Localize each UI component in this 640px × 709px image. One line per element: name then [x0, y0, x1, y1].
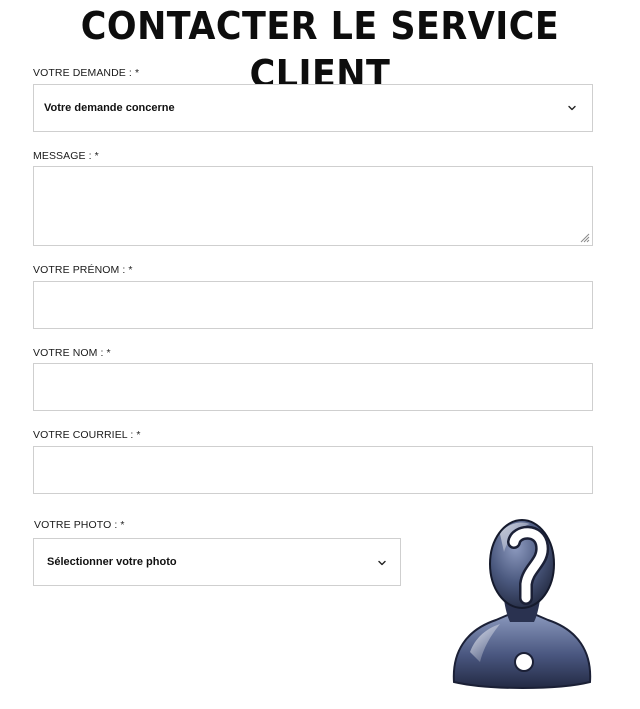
- demande-select-value: Votre demande concerne: [44, 102, 175, 114]
- resize-grip-icon[interactable]: [578, 231, 590, 243]
- demande-label: VOTRE DEMANDE : *: [33, 67, 140, 79]
- unknown-user-question-icon: [452, 519, 592, 689]
- nom-input[interactable]: [33, 363, 593, 411]
- courriel-label: VOTRE COURRIEL : *: [33, 429, 141, 441]
- message-label: MESSAGE : *: [33, 150, 99, 162]
- message-textarea[interactable]: [33, 166, 593, 246]
- prenom-input[interactable]: [33, 281, 593, 329]
- chevron-down-icon: [568, 105, 576, 111]
- courriel-input[interactable]: [33, 446, 593, 494]
- photo-label: VOTRE PHOTO : *: [34, 519, 125, 531]
- demande-select[interactable]: Votre demande concerne: [33, 84, 593, 132]
- photo-select-value: Sélectionner votre photo: [47, 556, 177, 568]
- photo-select[interactable]: Sélectionner votre photo: [33, 538, 401, 586]
- prenom-label: VOTRE PRÉNOM : *: [33, 264, 133, 276]
- nom-label: VOTRE NOM : *: [33, 347, 111, 359]
- chevron-down-icon: [378, 560, 386, 566]
